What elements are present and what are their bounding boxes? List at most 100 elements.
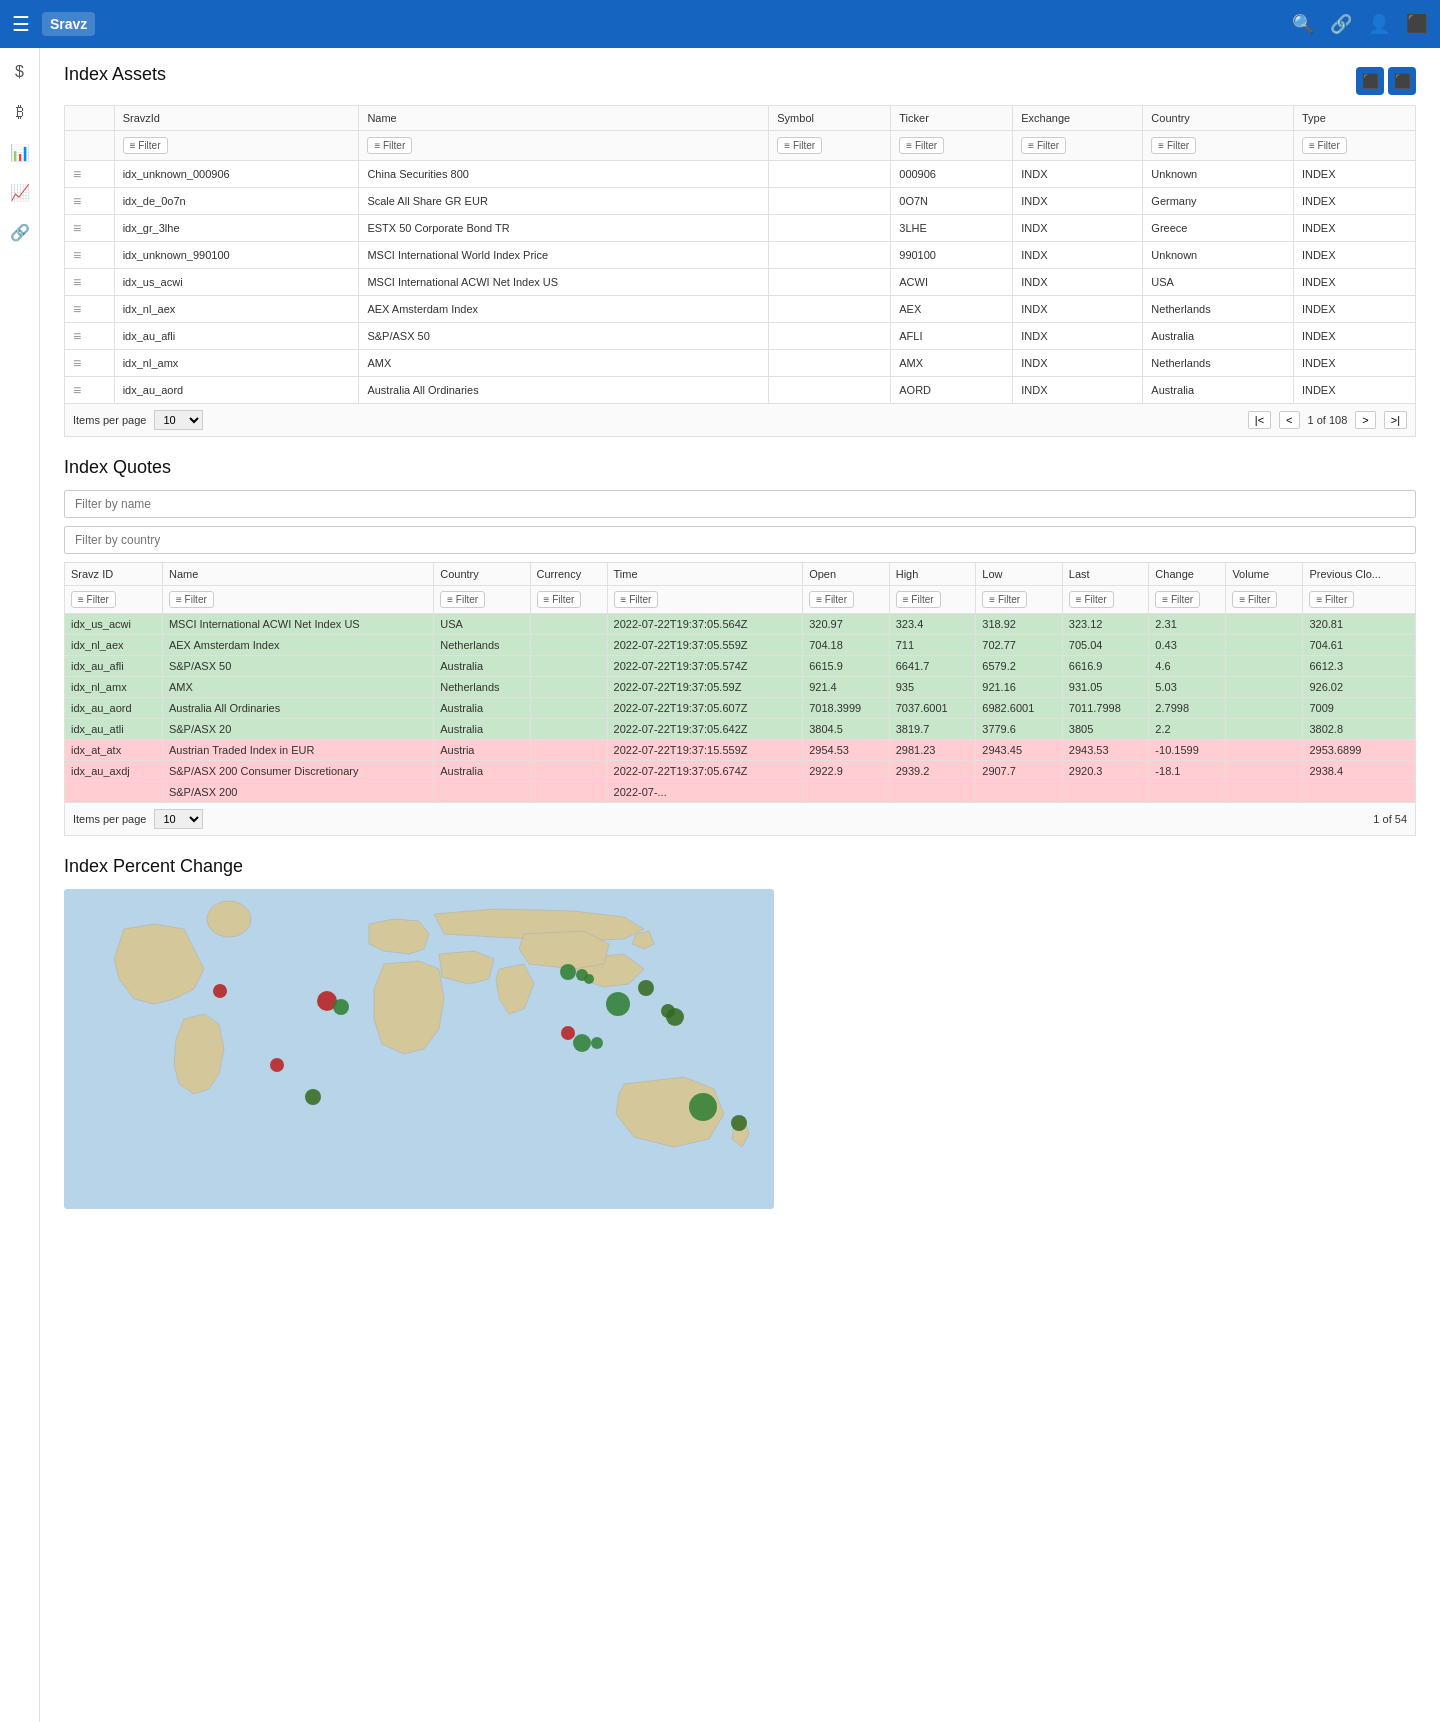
row-name: MSCI International ACWI Net Index US	[359, 269, 769, 296]
assets-table-body: ≡ idx_unknown_000906 China Securities 80…	[65, 161, 1416, 404]
index-quotes-title: Index Quotes	[64, 457, 1416, 478]
assets-prev-page-btn[interactable]: <	[1279, 411, 1299, 429]
qrow-country: Australia	[434, 656, 530, 677]
filter-by-country-input[interactable]	[64, 526, 1416, 554]
qrow-open: 320.97	[803, 614, 890, 635]
row-country: Germany	[1143, 188, 1294, 215]
qrow-country: Australia	[434, 761, 530, 782]
qrow-low: 6579.2	[976, 656, 1063, 677]
sidebar-item-dollar[interactable]: $	[4, 56, 36, 88]
row-name: S&P/ASX 50	[359, 323, 769, 350]
qrow-high: 2981.23	[889, 740, 976, 761]
qfilter-change-btn[interactable]: ≡ Filter	[1155, 591, 1200, 608]
qrow-currency	[530, 614, 607, 635]
map-dot	[689, 1093, 717, 1121]
index-assets-title: Index Assets	[64, 64, 166, 85]
row-symbol	[769, 377, 891, 404]
sidebar-item-chart[interactable]: 📊	[4, 136, 36, 168]
qrow-open: 921.4	[803, 677, 890, 698]
filter-ticker-btn[interactable]: ≡ Filter	[899, 137, 944, 154]
sidebar-item-link[interactable]: 🔗	[4, 216, 36, 248]
qrow-time: 2022-07-22T19:37:05.674Z	[607, 761, 803, 782]
account-icon[interactable]: 👤	[1368, 13, 1390, 35]
filter-country-btn[interactable]: ≡ Filter	[1151, 137, 1196, 154]
row-name: MSCI International World Index Price	[359, 242, 769, 269]
qrow-name: Austrian Traded Index in EUR	[162, 740, 433, 761]
qrow-sravzid: idx_at_atx	[65, 740, 163, 761]
qrow-currency	[530, 677, 607, 698]
menu-icon[interactable]: ☰	[12, 12, 30, 36]
qrow-sravzid	[65, 782, 163, 803]
qcol-volume: Volume	[1226, 563, 1303, 586]
qrow-low: 6982.6001	[976, 698, 1063, 719]
qcol-last: Last	[1062, 563, 1149, 586]
assets-items-per-page-select[interactable]: 102550100	[154, 410, 203, 430]
row-ticker: AFLI	[891, 323, 1013, 350]
row-type: INDEX	[1293, 188, 1415, 215]
sidebar-item-bitcoin[interactable]: ₿	[4, 96, 36, 128]
qrow-name: S&P/ASX 20	[162, 719, 433, 740]
qfilter-name-btn[interactable]: ≡ Filter	[169, 591, 214, 608]
qfilter-country-btn[interactable]: ≡ Filter	[440, 591, 485, 608]
row-type: INDEX	[1293, 350, 1415, 377]
qfilter-volume-btn[interactable]: ≡ Filter	[1232, 591, 1277, 608]
logout-icon[interactable]: ⬛	[1406, 13, 1428, 35]
qrow-open: 3804.5	[803, 719, 890, 740]
assets-next-page-btn[interactable]: >	[1355, 411, 1375, 429]
row-ticker: AEX	[891, 296, 1013, 323]
row-exchange: INDX	[1013, 377, 1143, 404]
filter-ticker-cell: ≡ Filter	[891, 131, 1013, 161]
qrow-prev-close: 926.02	[1303, 677, 1416, 698]
row-sravzid: idx_nl_amx	[114, 350, 359, 377]
qrow-open: 2954.53	[803, 740, 890, 761]
qrow-last: 323.12	[1062, 614, 1149, 635]
row-exchange: INDX	[1013, 215, 1143, 242]
index-assets-icon2[interactable]: ⬛	[1388, 67, 1416, 95]
table-row: S&P/ASX 200 2022-07-...	[65, 782, 1416, 803]
qfilter-prev-close-btn[interactable]: ≡ Filter	[1309, 591, 1354, 608]
qrow-volume	[1226, 656, 1303, 677]
row-icon-cell: ≡	[65, 188, 115, 215]
share-icon[interactable]: 🔗	[1330, 13, 1352, 35]
quotes-items-per-page-select[interactable]: 102550100	[154, 809, 203, 829]
row-icon: ≡	[73, 328, 81, 344]
qfilter-last-btn[interactable]: ≡ Filter	[1069, 591, 1114, 608]
row-icon: ≡	[73, 382, 81, 398]
filter-exchange-btn[interactable]: ≡ Filter	[1021, 137, 1066, 154]
row-type: INDEX	[1293, 377, 1415, 404]
table-row: ≡ idx_nl_amx AMX AMX INDX Netherlands IN…	[65, 350, 1416, 377]
sidebar-item-bar[interactable]: 📈	[4, 176, 36, 208]
qcol-change: Change	[1149, 563, 1226, 586]
filter-sravzid-btn[interactable]: ≡ Filter	[123, 137, 168, 154]
qrow-volume	[1226, 782, 1303, 803]
search-icon[interactable]: 🔍	[1292, 13, 1314, 35]
assets-first-page-btn[interactable]: |<	[1248, 411, 1271, 429]
filter-type-btn[interactable]: ≡ Filter	[1302, 137, 1347, 154]
qrow-open: 704.18	[803, 635, 890, 656]
nav-left: ☰ Sravz	[12, 12, 95, 36]
filter-name-btn[interactable]: ≡ Filter	[367, 137, 412, 154]
qrow-open: 7018.3999	[803, 698, 890, 719]
table-row: ≡ idx_au_aord Australia All Ordinaries A…	[65, 377, 1416, 404]
row-symbol	[769, 161, 891, 188]
index-assets-icon1[interactable]: ⬛	[1356, 67, 1384, 95]
sidebar: $ ₿ 📊 📈 🔗	[0, 48, 40, 1722]
qrow-open: 6615.9	[803, 656, 890, 677]
row-icon-cell: ≡	[65, 296, 115, 323]
map-dot	[638, 980, 654, 996]
qfilter-currency-btn[interactable]: ≡ Filter	[537, 591, 582, 608]
row-icon-cell: ≡	[65, 161, 115, 188]
qfilter-low-btn[interactable]: ≡ Filter	[982, 591, 1027, 608]
qfilter-high-btn[interactable]: ≡ Filter	[896, 591, 941, 608]
filter-symbol-btn[interactable]: ≡ Filter	[777, 137, 822, 154]
qcol-time: Time	[607, 563, 803, 586]
qfilter-open-btn[interactable]: ≡ Filter	[809, 591, 854, 608]
qfilter-sravzid-btn[interactable]: ≡ Filter	[71, 591, 116, 608]
qfilter-time-btn[interactable]: ≡ Filter	[614, 591, 659, 608]
assets-last-page-btn[interactable]: >|	[1384, 411, 1407, 429]
quotes-pagination: Items per page 102550100 1 of 54	[64, 803, 1416, 836]
qcol-country: Country	[434, 563, 530, 586]
table-row: ≡ idx_us_acwi MSCI International ACWI Ne…	[65, 269, 1416, 296]
filter-by-name-input[interactable]	[64, 490, 1416, 518]
qrow-time: 2022-07-22T19:37:15.559Z	[607, 740, 803, 761]
